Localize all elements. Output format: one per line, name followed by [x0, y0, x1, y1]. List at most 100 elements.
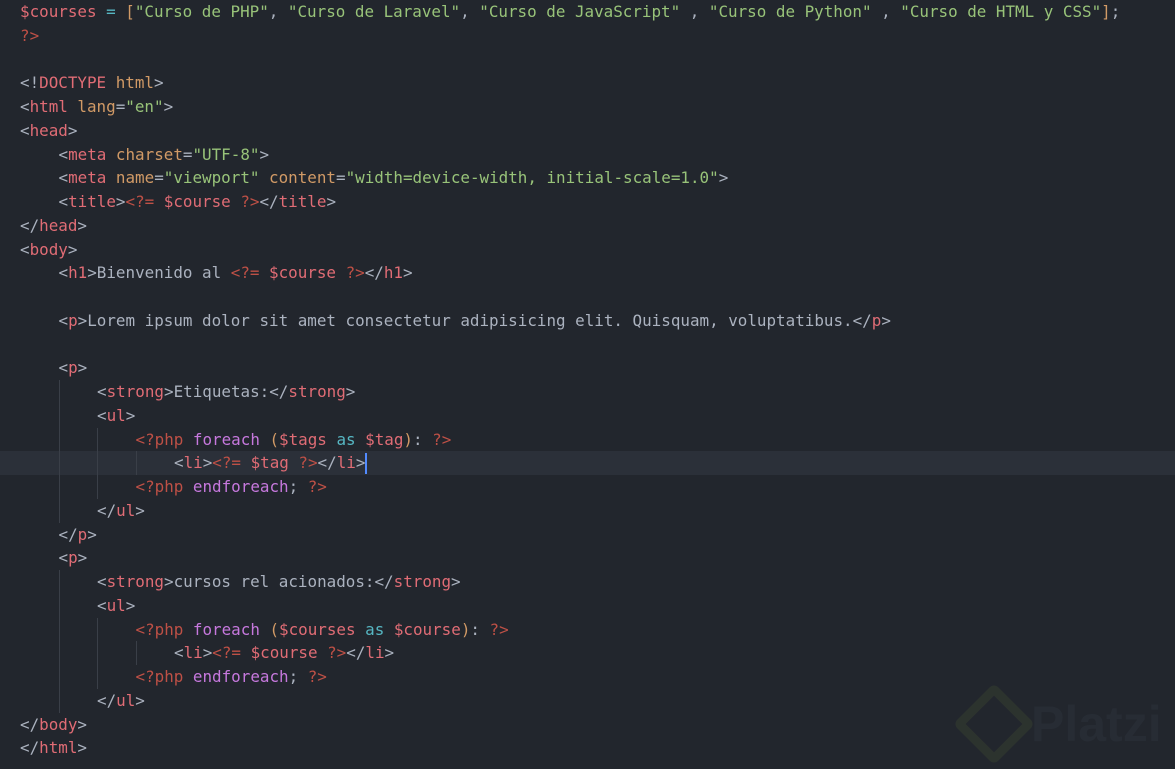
code-token: [	[125, 2, 135, 21]
code-token: li	[365, 643, 385, 663]
indent-guide	[20, 404, 59, 428]
code-token: >	[451, 572, 461, 591]
indent-guide	[58, 570, 98, 594]
code-token: h1	[383, 263, 403, 283]
code-token: >	[115, 192, 126, 211]
code-token: </	[374, 572, 394, 591]
code-token: title	[278, 192, 327, 211]
code-token: meta	[68, 168, 107, 188]
code-token: "Curso de HTML y CSS"	[900, 2, 1102, 21]
code-line[interactable]: $courses = ["Curso de PHP", "Curso de La…	[20, 0, 1175, 24]
code-token: </	[259, 192, 279, 211]
code-line[interactable]	[20, 333, 1175, 357]
code-token: </	[317, 453, 337, 473]
code-token: >	[153, 73, 164, 93]
code-token: >	[77, 358, 88, 378]
code-token: >	[87, 524, 97, 544]
indent-guide	[58, 641, 98, 665]
code-line[interactable]: <p>	[20, 546, 1175, 570]
code-line[interactable]: <li><?= $tag ?></li>	[0, 451, 1175, 475]
code-line[interactable]: <!DOCTYPE html>	[20, 71, 1175, 95]
code-line[interactable]: </p>	[20, 523, 1175, 547]
code-token: (	[259, 429, 280, 449]
code-line[interactable]	[20, 48, 1175, 72]
code-token: </	[20, 738, 40, 758]
code-token: $courses	[20, 2, 97, 21]
indent-guide	[20, 261, 59, 285]
code-line[interactable]: <p>	[20, 356, 1175, 380]
code-token: html	[39, 738, 78, 758]
code-token: </	[97, 690, 117, 710]
indent-guide	[20, 546, 59, 570]
code-line[interactable]: <?php endforeach; ?>	[20, 475, 1175, 499]
code-token: h1	[68, 263, 88, 283]
indent-guide	[20, 618, 59, 642]
code-line[interactable]: <p>Lorem ipsum dolor sit amet consectetu…	[20, 309, 1175, 333]
code-token: ?>	[317, 643, 347, 663]
code-token: >	[67, 120, 78, 140]
code-token: "en"	[125, 97, 164, 116]
code-line[interactable]: <strong>cursos rel acionados:</strong>	[20, 570, 1175, 594]
indent-guide	[97, 475, 136, 499]
code-line[interactable]: </ul>	[20, 498, 1175, 523]
code-token: >	[135, 500, 145, 520]
code-line[interactable]: <h1>Bienvenido al <?= $course ?></h1>	[20, 261, 1175, 285]
code-line[interactable]	[20, 285, 1175, 309]
code-token: ;	[288, 477, 308, 496]
code-line[interactable]: <meta charset="UTF-8">	[20, 143, 1175, 167]
code-line[interactable]: ?>	[20, 24, 1175, 48]
indent-guide	[20, 285, 59, 309]
code-line[interactable]: <title><?= $course ?></title>	[20, 190, 1175, 214]
code-token: DOCTYPE	[39, 73, 107, 93]
code-line[interactable]: <body>	[20, 238, 1175, 262]
code-line[interactable]: <ul>	[20, 403, 1175, 428]
code-token: "width=device-width, initial-scale=1.0"	[345, 168, 719, 188]
code-token: body	[39, 714, 78, 734]
code-token: strong	[393, 572, 452, 591]
code-token: <	[20, 120, 30, 140]
code-token: $course	[241, 643, 318, 663]
code-token: >	[77, 738, 87, 758]
code-token: >	[402, 263, 413, 283]
code-token: (	[259, 619, 280, 639]
code-line[interactable]: <meta name="viewport" content="width=dev…	[20, 166, 1175, 190]
code-token: li	[183, 453, 203, 473]
code-line[interactable]: <li><?= $course ?></li>	[20, 641, 1175, 665]
code-line[interactable]: <ul>	[20, 593, 1175, 618]
indent-guide	[58, 498, 98, 523]
code-token: p	[68, 358, 78, 378]
code-line[interactable]: <?php foreach ($courses as $course): ?>	[20, 617, 1175, 642]
code-token: strong	[288, 382, 346, 401]
code-token: >	[202, 453, 213, 473]
code-token: ]	[1101, 2, 1111, 21]
code-line[interactable]: <html lang="en">	[20, 95, 1175, 119]
code-line[interactable]: <head>	[20, 119, 1175, 143]
code-line[interactable]: <?php endforeach; ?>	[20, 665, 1175, 689]
code-line[interactable]: <strong>Etiquetas:</strong>	[20, 380, 1175, 404]
code-token: ;	[288, 667, 308, 686]
code-token: cursos rel acionados:	[173, 572, 375, 591]
code-token: <	[58, 358, 69, 378]
code-line[interactable]: </head>	[20, 214, 1175, 238]
code-token: </	[20, 714, 40, 734]
code-token: li	[336, 453, 356, 473]
code-editor[interactable]: $courses = ["Curso de PHP", "Curso de La…	[0, 0, 1175, 760]
code-token: "viewport"	[163, 168, 260, 188]
code-token: Lorem ipsum dolor sit amet consectetur a…	[87, 310, 853, 330]
code-token: ?>	[307, 667, 327, 686]
code-token: <	[58, 263, 69, 283]
code-token: p	[871, 310, 882, 330]
code-token: "Curso de PHP"	[134, 2, 269, 21]
indent-guide	[97, 665, 136, 689]
code-token: head	[39, 215, 78, 235]
indent-guide	[20, 166, 59, 190]
code-token: <	[20, 97, 30, 116]
code-token: p	[77, 524, 88, 544]
code-line[interactable]: <?php foreach ($tags as $tag): ?>	[20, 427, 1175, 452]
code-token: <	[97, 382, 107, 401]
code-token: :	[470, 619, 490, 639]
code-token: ,	[680, 2, 709, 21]
code-token: ul	[116, 690, 136, 710]
code-token: >	[326, 192, 337, 211]
code-token: <	[58, 310, 69, 330]
